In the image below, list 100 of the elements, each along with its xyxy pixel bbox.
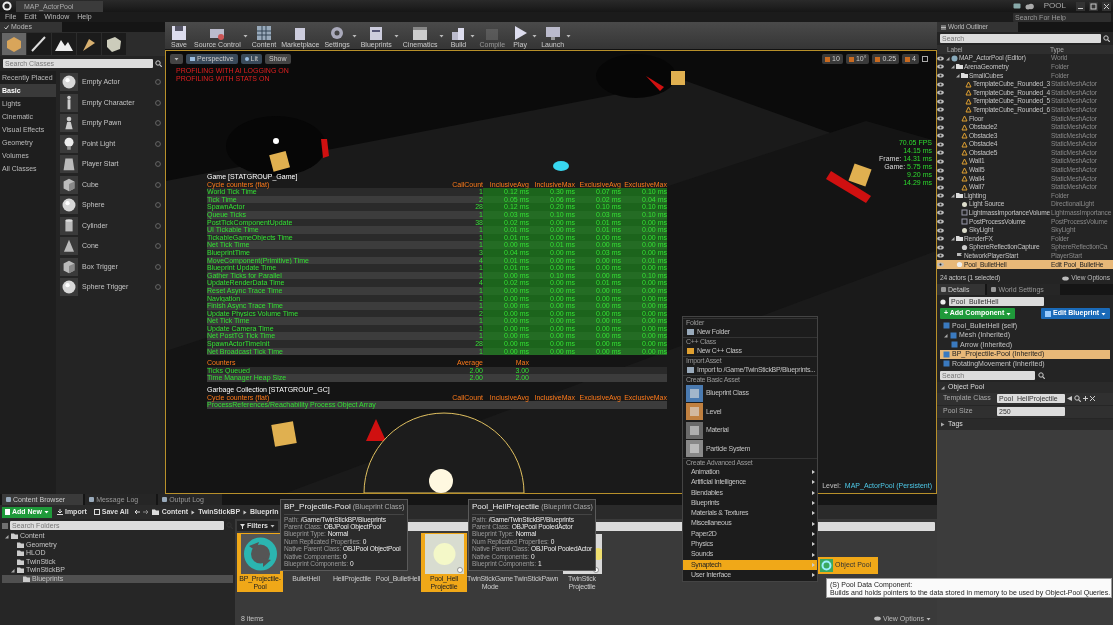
back-arrow-icon[interactable] <box>133 509 140 515</box>
class-icon <box>687 348 694 354</box>
tab-icon <box>162 497 168 502</box>
arrow <box>366 419 386 441</box>
pickup <box>553 161 569 171</box>
minimize-icon[interactable] <box>1076 1 1085 11</box>
eye-icon[interactable] <box>937 158 944 164</box>
eye-icon[interactable] <box>937 236 944 242</box>
eye-icon[interactable] <box>937 184 944 190</box>
file-icon <box>5 509 10 515</box>
cube <box>269 150 290 172</box>
light-icon <box>961 200 968 208</box>
collapse-arrow-icon[interactable] <box>950 236 955 242</box>
collapse-arrow-icon[interactable] <box>10 567 15 573</box>
recycle-icon <box>820 559 833 572</box>
eye-icon[interactable] <box>937 253 944 259</box>
tab-icon <box>6 497 11 502</box>
leaf-icon[interactable] <box>77 33 101 55</box>
sphere-icon <box>60 196 78 215</box>
eye-icon[interactable] <box>937 115 944 121</box>
submenu-arrow-icon <box>812 573 815 578</box>
eye-icon[interactable] <box>937 64 944 70</box>
chat-icon[interactable] <box>1012 2 1021 10</box>
sphere-icon <box>244 57 249 61</box>
eye-icon[interactable] <box>937 133 944 139</box>
caret-icon <box>1006 311 1012 316</box>
maximize-icon[interactable] <box>922 56 928 62</box>
cloud-icon[interactable] <box>1024 2 1034 10</box>
snap-icon <box>875 56 881 62</box>
eye-icon[interactable] <box>937 244 944 250</box>
eye-icon[interactable] <box>937 201 944 207</box>
eye-icon[interactable] <box>937 107 944 113</box>
project-name: POOL <box>1043 1 1066 11</box>
path-separator-icon <box>191 509 196 515</box>
eye-icon[interactable] <box>937 210 944 216</box>
light-glow <box>429 469 453 493</box>
collapse-arrow-icon[interactable] <box>955 73 960 78</box>
cube-icon <box>60 175 78 194</box>
blueprint-icon <box>1045 310 1052 317</box>
caret-icon <box>43 510 49 514</box>
eye-icon[interactable] <box>937 193 944 199</box>
cube <box>671 71 685 85</box>
cube <box>271 421 297 447</box>
expand-arrow-icon[interactable] <box>940 421 945 427</box>
eye-icon[interactable] <box>937 167 944 173</box>
search-icon <box>1103 35 1110 42</box>
folder-icon <box>956 192 963 200</box>
forward-arrow-icon[interactable] <box>142 509 149 515</box>
light-glow <box>273 138 279 144</box>
close-icon[interactable] <box>1090 396 1095 401</box>
arrow <box>321 139 329 158</box>
sphere-icon <box>60 73 78 92</box>
collapse-arrow-icon[interactable] <box>950 193 955 199</box>
eye-icon[interactable] <box>937 219 944 225</box>
light-bulb-icon <box>60 134 78 153</box>
plus-icon[interactable] <box>1083 396 1088 401</box>
player-start-icon <box>60 155 78 174</box>
eye-icon[interactable] <box>937 176 944 182</box>
tooltip-title: Pool_HellProjectile <box>472 502 540 512</box>
eye-icon[interactable] <box>937 81 944 87</box>
material-icon <box>686 421 703 439</box>
collapse-arrow-icon[interactable] <box>943 332 948 338</box>
snap-icon <box>848 56 854 62</box>
paint-brush-icon[interactable] <box>27 33 51 55</box>
eye-icon[interactable] <box>937 90 944 96</box>
pawn-icon <box>60 114 78 133</box>
filter-icon <box>240 523 245 529</box>
caret-icon <box>1101 311 1106 316</box>
collapse-arrow-icon[interactable] <box>945 55 950 61</box>
cylinder-icon <box>60 216 78 235</box>
caret-icon <box>926 616 931 621</box>
cone-icon <box>60 237 78 256</box>
eye-icon[interactable] <box>937 141 944 147</box>
cube <box>848 163 872 187</box>
camera-icon <box>190 57 195 61</box>
maximize-icon[interactable] <box>1089 1 1098 11</box>
eye-icon[interactable] <box>937 227 944 233</box>
close-icon[interactable] <box>1102 1 1111 11</box>
folder-icon <box>687 329 694 335</box>
search-icon <box>1038 371 1045 379</box>
collapse-arrow-icon[interactable] <box>940 384 945 390</box>
eye-icon[interactable] <box>937 98 944 104</box>
collapse-arrow-icon[interactable] <box>950 64 955 70</box>
eye-icon <box>1062 275 1070 281</box>
path-separator-icon <box>243 509 248 515</box>
snap-icon <box>905 56 911 62</box>
actor-icon <box>940 298 946 305</box>
eye-icon[interactable] <box>937 124 944 130</box>
arrow-left-icon[interactable] <box>1067 396 1072 401</box>
light-icon <box>961 226 968 234</box>
eye-icon[interactable] <box>937 73 944 78</box>
viewport-menu-button[interactable] <box>170 54 183 64</box>
list-icon[interactable] <box>2 522 8 529</box>
blueprint-class-icon <box>686 384 703 402</box>
collapse-arrow-icon[interactable] <box>4 533 9 539</box>
box-icon[interactable] <box>102 33 126 55</box>
check-icon <box>4 24 9 30</box>
eye-icon[interactable] <box>937 150 944 156</box>
eye-icon[interactable] <box>937 55 944 61</box>
mountain-icon[interactable] <box>52 33 76 55</box>
